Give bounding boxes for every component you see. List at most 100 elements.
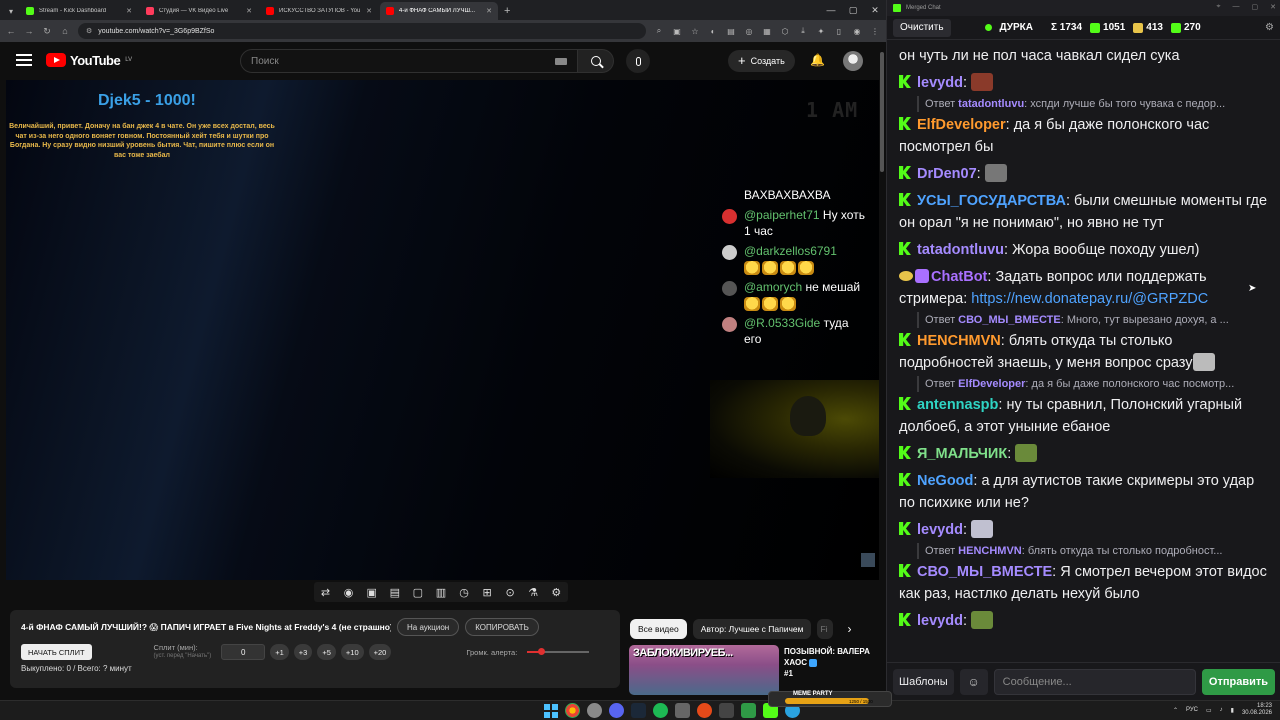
extension-icon[interactable]: ◐ <box>708 27 718 36</box>
extension-icon[interactable]: ▤ <box>726 27 736 36</box>
related-video-thumbnail[interactable]: ЗАБЛОКИВИРУЕБ... <box>629 645 779 695</box>
steam-icon[interactable] <box>631 703 646 718</box>
increment-button[interactable]: +1 <box>270 644 289 660</box>
audio-icon[interactable]: ◉ <box>340 586 358 599</box>
page-scrollbar[interactable] <box>879 44 885 696</box>
tab-search-icon[interactable]: ▾ <box>4 4 18 18</box>
tab-close-icon[interactable]: ✕ <box>126 7 132 15</box>
tab-close-icon[interactable]: ✕ <box>246 7 252 15</box>
extension-icon[interactable]: ⬡ <box>780 27 790 36</box>
increment-button[interactable]: +20 <box>368 644 392 660</box>
app-icon[interactable] <box>675 703 690 718</box>
spotify-icon[interactable] <box>653 703 668 718</box>
create-button[interactable]: + Создать <box>728 50 795 72</box>
menu-dots-icon[interactable]: ⋮ <box>870 27 880 36</box>
back-icon[interactable]: ← <box>6 26 16 36</box>
tab-close-icon[interactable]: ✕ <box>366 7 372 15</box>
translate-icon[interactable]: ▣ <box>672 27 682 36</box>
address-bar[interactable]: ⚙ youtube.com/watch?v=_3G6p9BZfSo <box>78 23 646 39</box>
pin-icon[interactable]: ⌖ <box>1217 3 1221 11</box>
browser-tab[interactable]: 4-й ФНАФ САМЫЙ ЛУЧШ... ✕ <box>380 2 498 20</box>
new-tab-button[interactable]: + <box>504 5 510 17</box>
maximize-icon[interactable]: ▢ <box>1252 3 1259 11</box>
windows-start-icon[interactable] <box>544 703 558 718</box>
clapper-icon[interactable]: ▤ <box>386 586 404 599</box>
frame-icon[interactable]: ▢ <box>409 586 427 599</box>
keyboard-icon[interactable] <box>555 57 567 65</box>
increment-button[interactable]: +3 <box>293 644 313 660</box>
notifications-bell-icon[interactable]: 🔔 <box>810 53 825 67</box>
reply-preview[interactable]: Ответ СВО_МЫ_ВМЕСТЕ: Много, тут вырезано… <box>917 312 1269 328</box>
meme-party-widget[interactable]: MEME PARTY 1250 / 1500 <box>768 691 892 707</box>
obs-icon[interactable] <box>587 703 602 718</box>
search-input[interactable]: Поиск <box>240 49 578 73</box>
scrollbar-thumb[interactable] <box>880 52 884 172</box>
screen-icon[interactable]: ▣ <box>363 586 381 599</box>
copy-button[interactable]: КОПИРОВАТЬ <box>465 618 539 636</box>
browser-tab[interactable]: Stream - Kick Dashboard ✕ <box>20 2 138 20</box>
search-button[interactable] <box>578 49 614 73</box>
storyboard-icon[interactable]: ▥ <box>432 586 450 599</box>
reply-preview[interactable]: Ответ tatadontluvu: хспди лучше бы того … <box>917 96 1269 112</box>
filter-chip[interactable]: Fi <box>817 619 834 639</box>
chevron-right-icon[interactable]: › <box>847 622 851 636</box>
message-input[interactable]: Сообщение... <box>993 668 1196 695</box>
chrome-icon[interactable] <box>565 703 580 718</box>
gear-icon[interactable]: ⚙ <box>547 586 565 599</box>
sidebar-icon[interactable]: ▯ <box>834 27 844 36</box>
close-icon[interactable]: ✕ <box>1270 3 1276 11</box>
settings-gear-icon[interactable]: ⚙ <box>1265 22 1274 33</box>
tab-close-icon[interactable]: ✕ <box>486 7 492 15</box>
filter-chip[interactable]: Все видео <box>630 619 687 639</box>
split-minutes-input[interactable]: 0 <box>221 644 266 660</box>
avatar[interactable] <box>843 51 863 71</box>
chat-message-list[interactable]: он чуть ли не пол часа чавкал сидел сука… <box>887 40 1280 662</box>
increment-button[interactable]: +5 <box>317 644 336 660</box>
voice-search-button[interactable] <box>626 49 650 73</box>
tray-chevron-icon[interactable]: ⌃ <box>1173 707 1178 714</box>
browser-tab[interactable]: Студия — VK Видео Live ✕ <box>140 2 258 20</box>
hamburger-menu-icon[interactable] <box>16 54 32 66</box>
alert-volume-slider[interactable] <box>527 648 590 655</box>
language-indicator[interactable]: РУС <box>1186 707 1198 713</box>
network-icon[interactable]: ▭ <box>1206 707 1212 714</box>
app-icon[interactable] <box>697 703 712 718</box>
reload-icon[interactable]: ↻ <box>42 26 52 37</box>
close-icon[interactable]: ✕ <box>864 0 886 20</box>
profile-icon[interactable]: ◉ <box>852 27 862 36</box>
forward-icon[interactable]: → <box>24 26 34 36</box>
templates-button[interactable]: Шаблоны <box>893 668 954 695</box>
emoji-picker-icon[interactable]: ☺ <box>959 668 988 695</box>
speed-icon[interactable]: ◷ <box>455 586 473 599</box>
site-info-icon[interactable]: ⚙ <box>86 27 92 35</box>
related-video-title[interactable]: ПОЗЫВНОЙ: ВАЛЕРА ХАОС #1 <box>784 646 876 679</box>
minimize-icon[interactable]: — <box>820 0 842 20</box>
download-icon[interactable]: ⤓ <box>798 26 808 36</box>
add-clip-icon[interactable]: ⊞ <box>478 586 496 599</box>
start-split-button[interactable]: НАЧАТЬ СПЛИТ <box>21 644 92 660</box>
maximize-icon[interactable]: ▢ <box>842 0 864 20</box>
lens-icon[interactable]: ⌕ <box>654 26 664 36</box>
donate-link[interactable]: https://new.donatepay.ru/@GRPZDC <box>971 291 1208 307</box>
filter-chip[interactable]: Автор: Лучшее с Папичем <box>692 619 812 639</box>
volume-knob[interactable] <box>537 648 545 655</box>
youtube-logo[interactable]: YouTube LV <box>46 53 132 68</box>
volume-icon[interactable]: ♪ <box>1220 707 1223 713</box>
minimize-icon[interactable]: — <box>1233 3 1240 11</box>
extension-icon[interactable]: ◎ <box>744 27 754 36</box>
increment-button[interactable]: +10 <box>340 644 364 660</box>
browser-tab[interactable]: ИСКУССТВО ЗАТУПОВ - YouTube ✕ <box>260 2 378 20</box>
reply-preview[interactable]: Ответ HENCHMVN: блять откуда ты столько … <box>917 543 1269 559</box>
extension-icon[interactable]: ▦ <box>762 27 772 36</box>
send-button[interactable]: Отправить <box>1201 668 1275 695</box>
reply-preview[interactable]: Ответ ElfDeveloper: да я бы даже полонск… <box>917 376 1269 392</box>
app-icon[interactable] <box>741 703 756 718</box>
clock[interactable]: 18:23 30.08.2026 <box>1242 703 1272 717</box>
camera-icon[interactable]: ⊙ <box>501 586 519 599</box>
flask-icon[interactable]: ⚗ <box>524 586 542 599</box>
home-icon[interactable]: ⌂ <box>60 26 70 36</box>
app-icon[interactable] <box>719 703 734 718</box>
auction-button[interactable]: На аукцион <box>397 618 460 636</box>
bookmark-star-icon[interactable]: ☆ <box>690 27 700 36</box>
clear-button[interactable]: Очистить <box>893 18 951 37</box>
